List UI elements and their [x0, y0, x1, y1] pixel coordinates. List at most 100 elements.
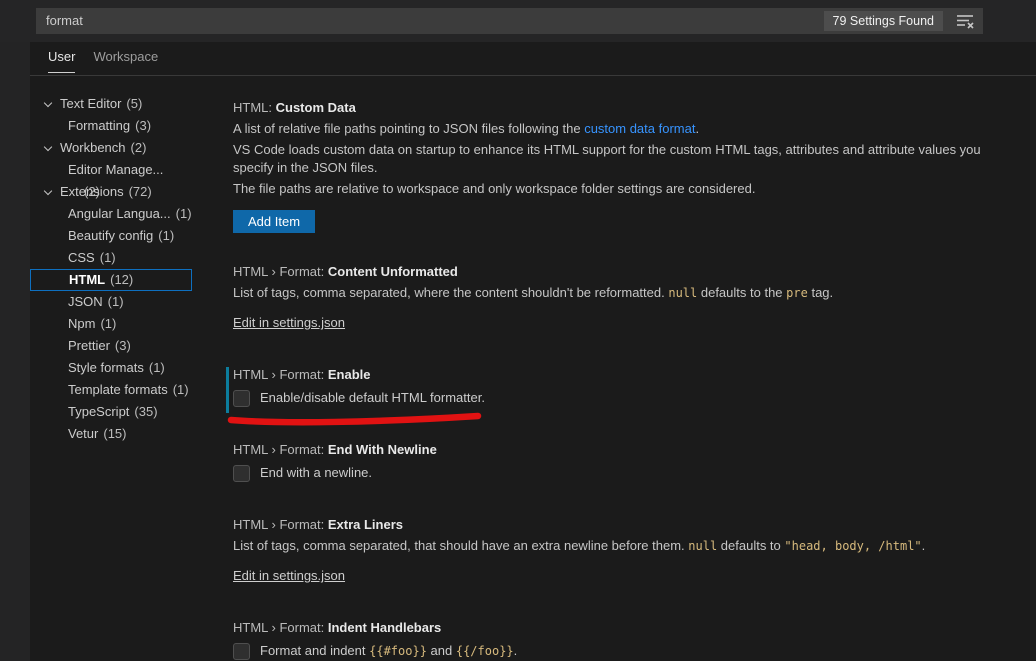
sidebar-item-label: Extensions: [60, 184, 124, 199]
desc-text: and: [427, 643, 456, 658]
setting-checkbox-row: End with a newline.: [233, 464, 1023, 482]
setting-title-prefix: HTML › Format:: [233, 264, 328, 279]
search-input[interactable]: format 79 Settings Found: [36, 8, 983, 34]
checkbox-label: Format and indent {{#foo}} and {{/foo}}.: [260, 642, 517, 660]
sidebar-item-count: (2): [131, 140, 147, 155]
tab-user[interactable]: User: [48, 42, 75, 73]
setting-title-name: Indent Handlebars: [328, 620, 441, 635]
setting-extra-liners: HTML › Format: Extra Liners List of tags,…: [233, 516, 1023, 585]
setting-title: HTML › Format: End With Newline: [233, 441, 1023, 459]
sidebar-item-label: Npm: [68, 316, 95, 331]
desc-text: .: [922, 538, 926, 553]
sidebar-item-count: (1): [100, 316, 116, 331]
setting-title: HTML › Format: Enable: [233, 366, 1023, 384]
code-span: {{#foo}}: [369, 644, 427, 658]
scope-tabs: User Workspace: [30, 42, 1036, 76]
chevron-down-icon: [44, 143, 52, 151]
checkbox-unchecked[interactable]: [233, 390, 250, 407]
setting-title-prefix: HTML › Format:: [233, 442, 328, 457]
code-span: {{/foo}}: [456, 644, 514, 658]
desc-text: List of tags, comma separated, that shou…: [233, 538, 688, 553]
red-underline-annotation: [226, 411, 484, 427]
sidebar-item-label: TypeScript: [68, 404, 129, 419]
sidebar-item-vetur[interactable]: Vetur (15): [30, 423, 192, 445]
setting-title-name: Extra Liners: [328, 517, 403, 532]
clear-filter-icon[interactable]: [955, 12, 975, 30]
sidebar-item-angular-langua[interactable]: Angular Langua... (1): [30, 203, 192, 225]
sidebar-item-style-formats[interactable]: Style formats (1): [30, 357, 192, 379]
settings-tree: Text Editor(5) Formatting (3) Workbench (2) E…: [30, 93, 230, 445]
setting-description: The file paths are relative to workspace…: [233, 180, 1023, 198]
setting-title-prefix: HTML › Format:: [233, 367, 328, 382]
setting-title: HTML: Custom Data: [233, 99, 1023, 117]
sidebar-item-editor-manage[interactable]: Editor Manage...(2): [30, 159, 192, 181]
inline-link[interactable]: custom data format: [584, 121, 695, 136]
code-span: null: [688, 539, 717, 553]
sidebar-item-count: (35): [134, 404, 157, 419]
desc-text: defaults to the: [697, 285, 786, 300]
sidebar-item-beautify-config[interactable]: Beautify config(1): [30, 225, 192, 247]
setting-checkbox-row: Format and indent {{#foo}} and {{/foo}}.: [233, 642, 1023, 660]
sidebar-item-label: Vetur: [68, 426, 98, 441]
sidebar-item-label: Angular Langua...: [68, 206, 171, 221]
settings-list: HTML: Custom Data A list of relative file…: [233, 99, 1023, 661]
setting-description: A list of relative file paths pointing t…: [233, 120, 1023, 138]
edit-in-settings-json-link[interactable]: Edit in settings.json: [233, 568, 345, 583]
setting-description: VS Code loads custom data on startup to …: [233, 141, 1023, 177]
sidebar-item-css[interactable]: CSS (1): [30, 247, 192, 269]
setting-title-prefix: HTML › Format:: [233, 517, 328, 532]
checkbox-label: Enable/disable default HTML formatter.: [260, 389, 485, 407]
sidebar-item-html[interactable]: HTML(12): [30, 269, 192, 291]
chevron-down-icon: [44, 187, 52, 195]
sidebar-item-count: (1): [176, 206, 192, 221]
checkbox-label: End with a newline.: [260, 464, 372, 482]
sidebar-item-count: (72): [129, 184, 152, 199]
setting-title-name: Content Unformatted: [328, 264, 458, 279]
setting-title-name: Enable: [328, 367, 371, 382]
sidebar-item-count: (1): [149, 360, 165, 375]
desc-text: Format and indent: [260, 643, 369, 658]
desc-text: VS Code loads custom data on startup to …: [233, 142, 981, 175]
setting-description: List of tags, comma separated, that shou…: [233, 537, 1023, 555]
add-item-button[interactable]: Add Item: [233, 210, 315, 233]
edit-in-settings-json-link[interactable]: Edit in settings.json: [233, 315, 345, 330]
sidebar-item-formatting[interactable]: Formatting (3): [30, 115, 192, 137]
settings-search-bar: format 79 Settings Found: [0, 0, 1036, 42]
setting-title-name: Custom Data: [276, 100, 356, 115]
sidebar-item-template-formats[interactable]: Template formats(1): [30, 379, 192, 401]
setting-custom-data: HTML: Custom Data A list of relative file…: [233, 99, 1023, 233]
sidebar-item-label: Style formats: [68, 360, 144, 375]
sidebar-item-extensions[interactable]: Extensions (72): [30, 181, 192, 203]
sidebar-item-count: (1): [100, 250, 116, 265]
sidebar-item-npm[interactable]: Npm (1): [30, 313, 192, 335]
setting-title: HTML › Format: Content Unformatted: [233, 263, 1023, 281]
sidebar-item-label: Beautify config: [68, 228, 153, 243]
sidebar-item-count: (15): [103, 426, 126, 441]
settings-panel: User Workspace Text Editor(5) Formatting (3…: [30, 42, 1036, 661]
setting-enable: HTML › Format: Enable Enable/disable defa…: [233, 366, 1023, 407]
code-span: null: [668, 286, 697, 300]
setting-title-prefix: HTML:: [233, 100, 276, 115]
sidebar-item-label: JSON: [68, 294, 103, 309]
sidebar-item-label: Formatting: [68, 118, 130, 133]
sidebar-item-workbench[interactable]: Workbench (2): [30, 137, 192, 159]
checkbox-unchecked[interactable]: [233, 465, 250, 482]
sidebar-item-label: Text Editor: [60, 96, 121, 111]
checkbox-unchecked[interactable]: [233, 643, 250, 660]
sidebar-item-typescript[interactable]: TypeScript (35): [30, 401, 192, 423]
sidebar-item-count: (3): [135, 118, 151, 133]
setting-end-with-newline: HTML › Format: End With Newline End with …: [233, 441, 1023, 482]
chevron-down-icon: [44, 99, 52, 107]
desc-text: .: [514, 643, 518, 658]
tab-workspace[interactable]: Workspace: [93, 42, 158, 72]
desc-text: List of tags, comma separated, where the…: [233, 285, 668, 300]
setting-content-unformatted: HTML › Format: Content Unformatted List o…: [233, 263, 1023, 332]
sidebar-item-text-editor[interactable]: Text Editor(5): [30, 93, 192, 115]
sidebar-item-prettier[interactable]: Prettier(3): [30, 335, 192, 357]
results-count-badge: 79 Settings Found: [824, 11, 943, 31]
sidebar-item-json[interactable]: JSON (1): [30, 291, 192, 313]
setting-title: HTML › Format: Extra Liners: [233, 516, 1023, 534]
sidebar-item-label: Workbench: [60, 140, 126, 155]
sidebar-item-count: (1): [108, 294, 124, 309]
sidebar-item-label: CSS: [68, 250, 95, 265]
